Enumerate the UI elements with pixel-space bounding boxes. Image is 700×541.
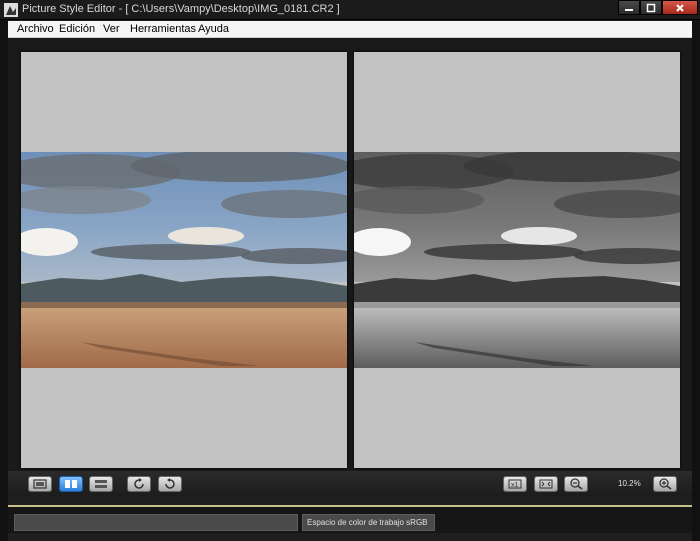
- window-frame-right: [692, 20, 700, 541]
- minimize-button[interactable]: [618, 0, 640, 15]
- preview-image-panel[interactable]: [354, 52, 680, 468]
- zoom-out-button[interactable]: [564, 476, 588, 492]
- rotate-left-button[interactable]: [127, 476, 151, 492]
- top-bottom-icon: [95, 480, 107, 488]
- menu-ver[interactable]: Ver: [103, 23, 120, 35]
- original-photo: [21, 152, 347, 368]
- rotate-right-icon: [165, 478, 175, 489]
- original-image-panel[interactable]: [21, 52, 347, 468]
- rotate-left-icon: [134, 478, 144, 489]
- app-icon: [4, 3, 18, 17]
- zoom-level: 10.2%: [618, 479, 641, 488]
- menu-edicion[interactable]: Edición: [59, 23, 95, 35]
- menu-archivo[interactable]: Archivo: [17, 23, 54, 35]
- status-bar: Espacio de color de trabajo sRGB: [8, 507, 692, 533]
- status-field-color-space: Espacio de color de trabajo sRGB: [302, 514, 435, 531]
- side-by-side-icon: [65, 480, 77, 488]
- view-toolbar: x1 10.2%: [8, 471, 692, 497]
- zoom-out-icon: [570, 478, 583, 490]
- fit-to-window-button[interactable]: [534, 476, 558, 492]
- title-bar: Picture Style Editor - [ C:\Users\Vampy\…: [0, 0, 700, 20]
- fit-window-icon: [539, 479, 553, 489]
- image-work-area: [8, 38, 692, 478]
- window-title: Picture Style Editor - [ C:\Users\Vampy\…: [22, 3, 340, 15]
- zoom-in-icon: [659, 478, 672, 490]
- status-field-left: [14, 514, 298, 531]
- side-by-side-view-button[interactable]: [59, 476, 83, 492]
- single-view-button[interactable]: [28, 476, 52, 492]
- color-space-label: Espacio de color de trabajo sRGB: [307, 518, 428, 527]
- menu-bar: Archivo Edición Ver Herramientas Ayuda: [8, 21, 692, 38]
- actual-size-button[interactable]: x1: [503, 476, 527, 492]
- maximize-button[interactable]: [640, 0, 662, 15]
- svg-text:x1: x1: [511, 482, 519, 489]
- menu-ayuda[interactable]: Ayuda: [198, 23, 229, 35]
- minimize-icon: [625, 8, 633, 11]
- actual-size-icon: x1: [508, 479, 522, 489]
- menu-herramientas[interactable]: Herramientas: [130, 23, 196, 35]
- top-bottom-view-button[interactable]: [89, 476, 113, 492]
- single-view-icon: [33, 479, 47, 489]
- window-frame-left: [0, 20, 8, 541]
- close-button[interactable]: [662, 0, 698, 15]
- close-icon: [676, 3, 684, 12]
- preview-photo: [354, 152, 680, 368]
- maximize-icon: [646, 3, 656, 12]
- rotate-right-button[interactable]: [158, 476, 182, 492]
- zoom-in-button[interactable]: [653, 476, 677, 492]
